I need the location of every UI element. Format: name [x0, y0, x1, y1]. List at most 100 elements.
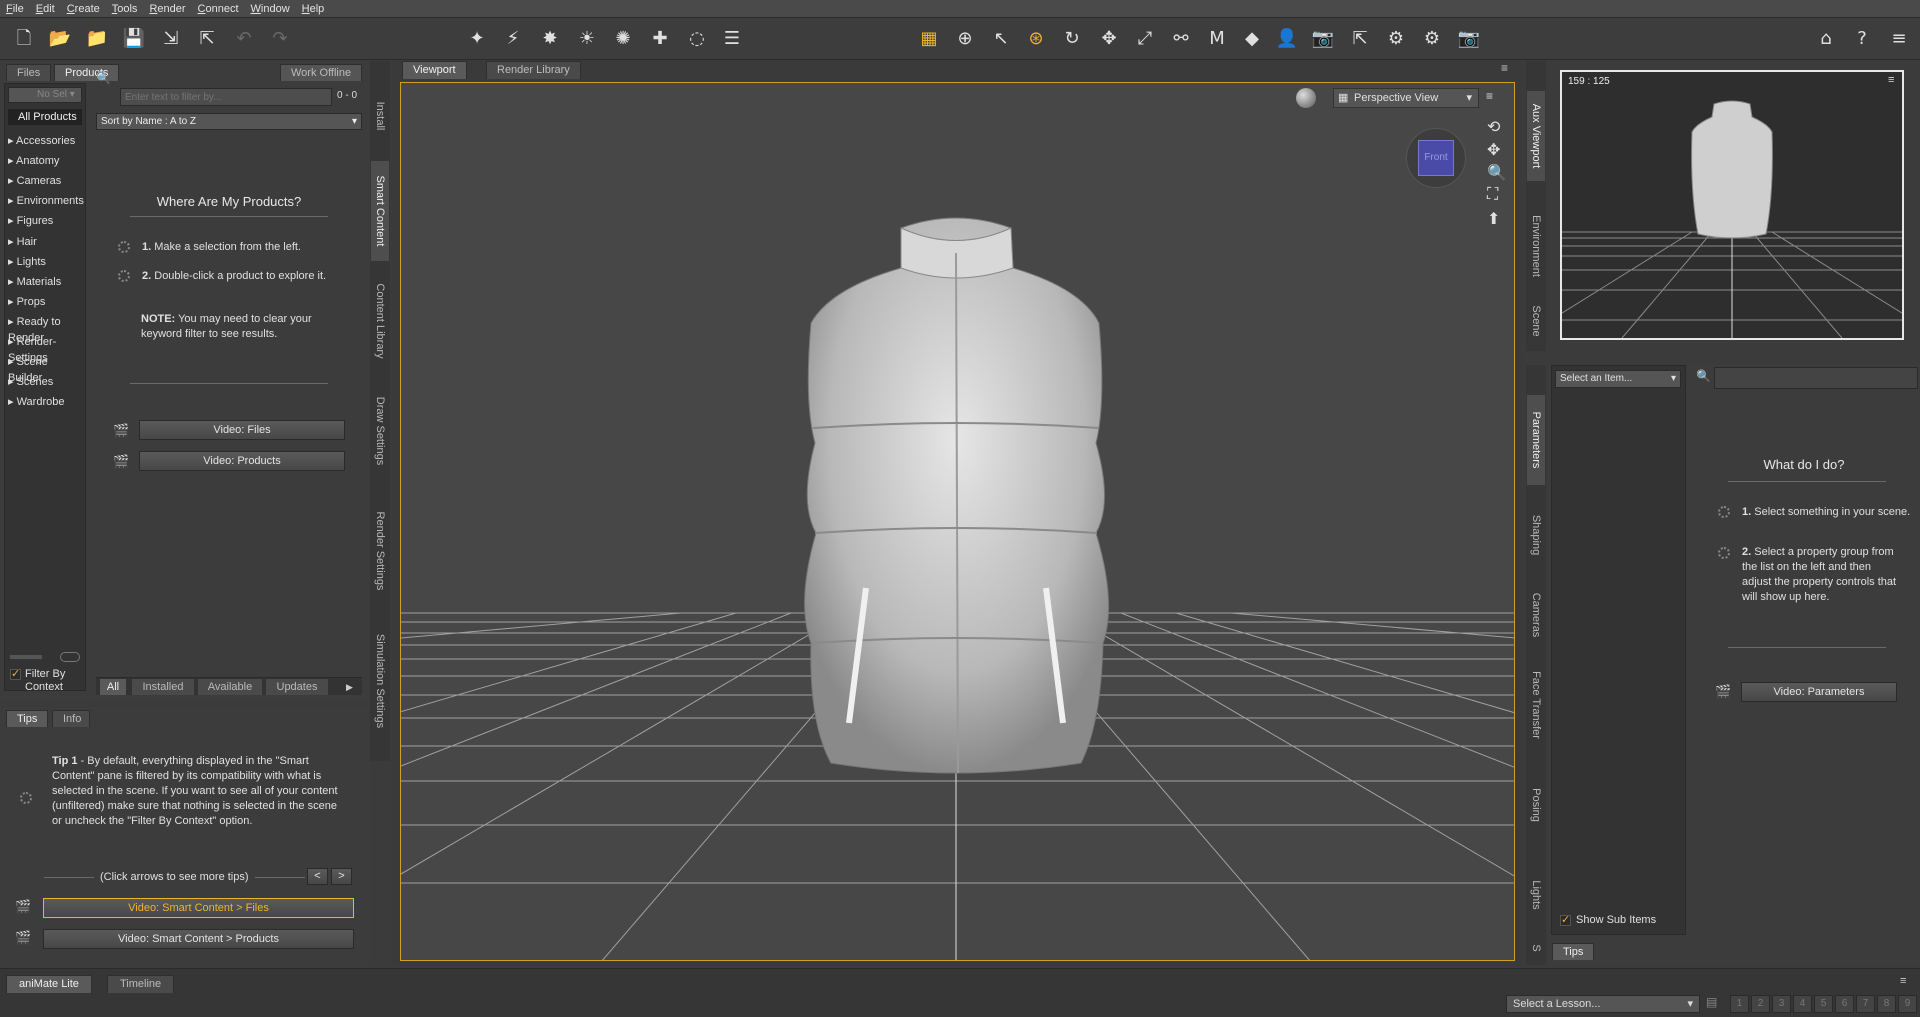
- tab-install[interactable]: Install: [371, 81, 389, 151]
- menu-create[interactable]: Create: [61, 0, 106, 18]
- video-smart-content-products-button[interactable]: Video: Smart Content > Products: [43, 929, 354, 949]
- category-item[interactable]: ▸ Wardrobe: [8, 394, 64, 410]
- category-item[interactable]: ▸ Scenes: [8, 374, 53, 390]
- tab-content-library[interactable]: Content Library: [371, 271, 389, 371]
- distant-light-icon[interactable]: ☀: [574, 26, 600, 52]
- tab-surfaces[interactable]: S: [1527, 935, 1545, 960]
- point-light-icon[interactable]: ✸: [537, 26, 563, 52]
- aux-options-icon[interactable]: ≡: [1888, 74, 1894, 86]
- home-icon[interactable]: ⌂: [1813, 26, 1839, 52]
- render-camera-icon[interactable]: ⚙: [1419, 26, 1445, 52]
- tab-simulation-settings[interactable]: Simulation Settings: [371, 626, 389, 736]
- tab-info[interactable]: Info: [52, 710, 90, 727]
- menu-edit[interactable]: Edit: [30, 0, 61, 18]
- tab-viewport[interactable]: Viewport: [402, 61, 467, 79]
- all-products-item[interactable]: All Products: [8, 109, 82, 125]
- filter-available[interactable]: Available: [198, 679, 262, 695]
- video-smart-content-files-button[interactable]: Video: Smart Content > Files: [43, 898, 354, 918]
- viewport-options-icon[interactable]: ≡: [1486, 89, 1493, 103]
- menu-window[interactable]: Window: [245, 0, 296, 18]
- lesson-step-button[interactable]: 9: [1898, 995, 1917, 1013]
- import-icon[interactable]: ⇲: [158, 26, 184, 52]
- render-settings-icon[interactable]: ⚙: [1383, 26, 1409, 52]
- menu-tools[interactable]: Tools: [106, 0, 144, 18]
- tab-render-library[interactable]: Render Library: [486, 61, 581, 79]
- shading-mode-icon[interactable]: [1296, 88, 1316, 108]
- reset-view-icon[interactable]: ⬆: [1487, 209, 1500, 229]
- aux-viewport[interactable]: 159 : 125 ≡: [1521, 70, 1920, 340]
- category-item[interactable]: ▸ Scene Builder: [8, 354, 85, 384]
- redo-icon[interactable]: ↷: [267, 26, 293, 52]
- view-dropdown[interactable]: ▦ Perspective View ▾: [1333, 88, 1479, 108]
- tab-smart-content[interactable]: Smart Content: [371, 161, 389, 261]
- filter-by-context-checkbox[interactable]: ✓: [10, 669, 21, 680]
- scroll-right-icon[interactable]: ▶: [346, 679, 360, 695]
- menu-connect[interactable]: Connect: [192, 0, 245, 18]
- filter-input[interactable]: [120, 88, 332, 106]
- select-item-dropdown[interactable]: Select an Item... ▾: [1555, 370, 1681, 388]
- zoom-icon[interactable]: 🔍: [1487, 163, 1507, 183]
- video-parameters-button[interactable]: Video: Parameters: [1741, 682, 1897, 702]
- lesson-dropdown[interactable]: Select a Lesson... ▾: [1506, 995, 1700, 1013]
- category-item[interactable]: ▸ Cameras: [8, 173, 61, 189]
- frame-icon[interactable]: ⛶: [1487, 186, 1498, 204]
- tab-face-transfer[interactable]: Face Transfer: [1527, 655, 1545, 755]
- sort-dropdown[interactable]: Sort by Name : A to Z ▾: [96, 113, 362, 130]
- lesson-step-button[interactable]: 2: [1751, 995, 1770, 1013]
- category-item[interactable]: ▸ Environments: [8, 193, 84, 209]
- video-files-button[interactable]: Video: Files: [139, 420, 345, 440]
- camera-create-icon[interactable]: ✚: [647, 26, 673, 52]
- spotlight-icon[interactable]: ⚡: [500, 26, 526, 52]
- universal-tool-icon[interactable]: ⊕: [952, 26, 978, 52]
- slider-handle[interactable]: [60, 652, 80, 662]
- tab-cameras[interactable]: Cameras: [1527, 575, 1545, 655]
- slider-track[interactable]: [10, 655, 42, 659]
- power-pose-icon[interactable]: 👤: [1274, 26, 1300, 52]
- bottom-options-icon[interactable]: ≡: [1900, 975, 1906, 987]
- linear-light-icon[interactable]: ✺: [610, 26, 636, 52]
- pan-icon[interactable]: ✥: [1487, 140, 1500, 160]
- merge-file-icon[interactable]: 📁: [84, 26, 110, 52]
- render-icon[interactable]: 📷: [1456, 26, 1482, 52]
- align-icon[interactable]: ☰: [719, 26, 745, 52]
- category-item[interactable]: ▸ Materials: [8, 274, 61, 290]
- export-icon[interactable]: ⇱: [194, 26, 220, 52]
- open-file-icon[interactable]: 📂: [47, 26, 73, 52]
- joint-editor-icon[interactable]: ⚯: [1168, 26, 1194, 52]
- toolbar-options-icon[interactable]: ≡: [1886, 26, 1912, 52]
- help-icon[interactable]: ?: [1849, 26, 1875, 52]
- tab-parameters[interactable]: Parameters: [1527, 395, 1545, 485]
- menu-render[interactable]: Render: [143, 0, 191, 18]
- category-item[interactable]: ▸ Anatomy: [8, 153, 59, 169]
- category-item[interactable]: ▸ Render-Settings: [8, 334, 85, 364]
- lesson-step-button[interactable]: 1: [1730, 995, 1749, 1013]
- null-icon[interactable]: ◌: [684, 26, 710, 52]
- show-sub-items-checkbox[interactable]: ✓: [1560, 915, 1571, 926]
- lesson-step-button[interactable]: 6: [1835, 995, 1854, 1013]
- property-filter-input[interactable]: [1714, 367, 1918, 389]
- category-item[interactable]: ▸ Props: [8, 294, 45, 310]
- tab-aux-viewport[interactable]: Aux Viewport: [1527, 91, 1545, 181]
- category-item[interactable]: ▸ Lights: [8, 254, 46, 270]
- lesson-step-button[interactable]: 5: [1814, 995, 1833, 1013]
- undo-icon[interactable]: ↶: [231, 26, 257, 52]
- tab-params-tips[interactable]: Tips: [1552, 943, 1595, 960]
- filter-updates[interactable]: Updates: [266, 679, 328, 695]
- lesson-step-button[interactable]: 8: [1877, 995, 1896, 1013]
- category-item[interactable]: ▸ Hair: [8, 234, 37, 250]
- geometry-editor-icon[interactable]: M: [1204, 26, 1230, 52]
- prev-tip-button[interactable]: <: [307, 868, 328, 885]
- menu-file[interactable]: File: [0, 0, 30, 18]
- pane-options-icon[interactable]: ≡: [1501, 61, 1519, 79]
- node-select-icon[interactable]: ⊛: [1023, 26, 1049, 52]
- tab-tips[interactable]: Tips: [6, 710, 49, 727]
- lesson-step-button[interactable]: 4: [1793, 995, 1812, 1013]
- 3d-viewport[interactable]: ▦ Perspective View ▾ ≡ Front ⟲ ✥ 🔍 ⛶ ⬆: [400, 82, 1515, 961]
- aux-camera-icon[interactable]: 📷: [1310, 26, 1336, 52]
- category-item[interactable]: ▸ Accessories: [8, 133, 75, 149]
- rotate-tool-icon[interactable]: ↻: [1059, 26, 1085, 52]
- new-file-icon[interactable]: 🗋: [11, 26, 37, 52]
- scale-tool-icon[interactable]: ⤢: [1132, 26, 1158, 52]
- tab-lights[interactable]: Lights: [1527, 855, 1545, 935]
- category-item[interactable]: ▸ Ready to Render: [8, 314, 85, 344]
